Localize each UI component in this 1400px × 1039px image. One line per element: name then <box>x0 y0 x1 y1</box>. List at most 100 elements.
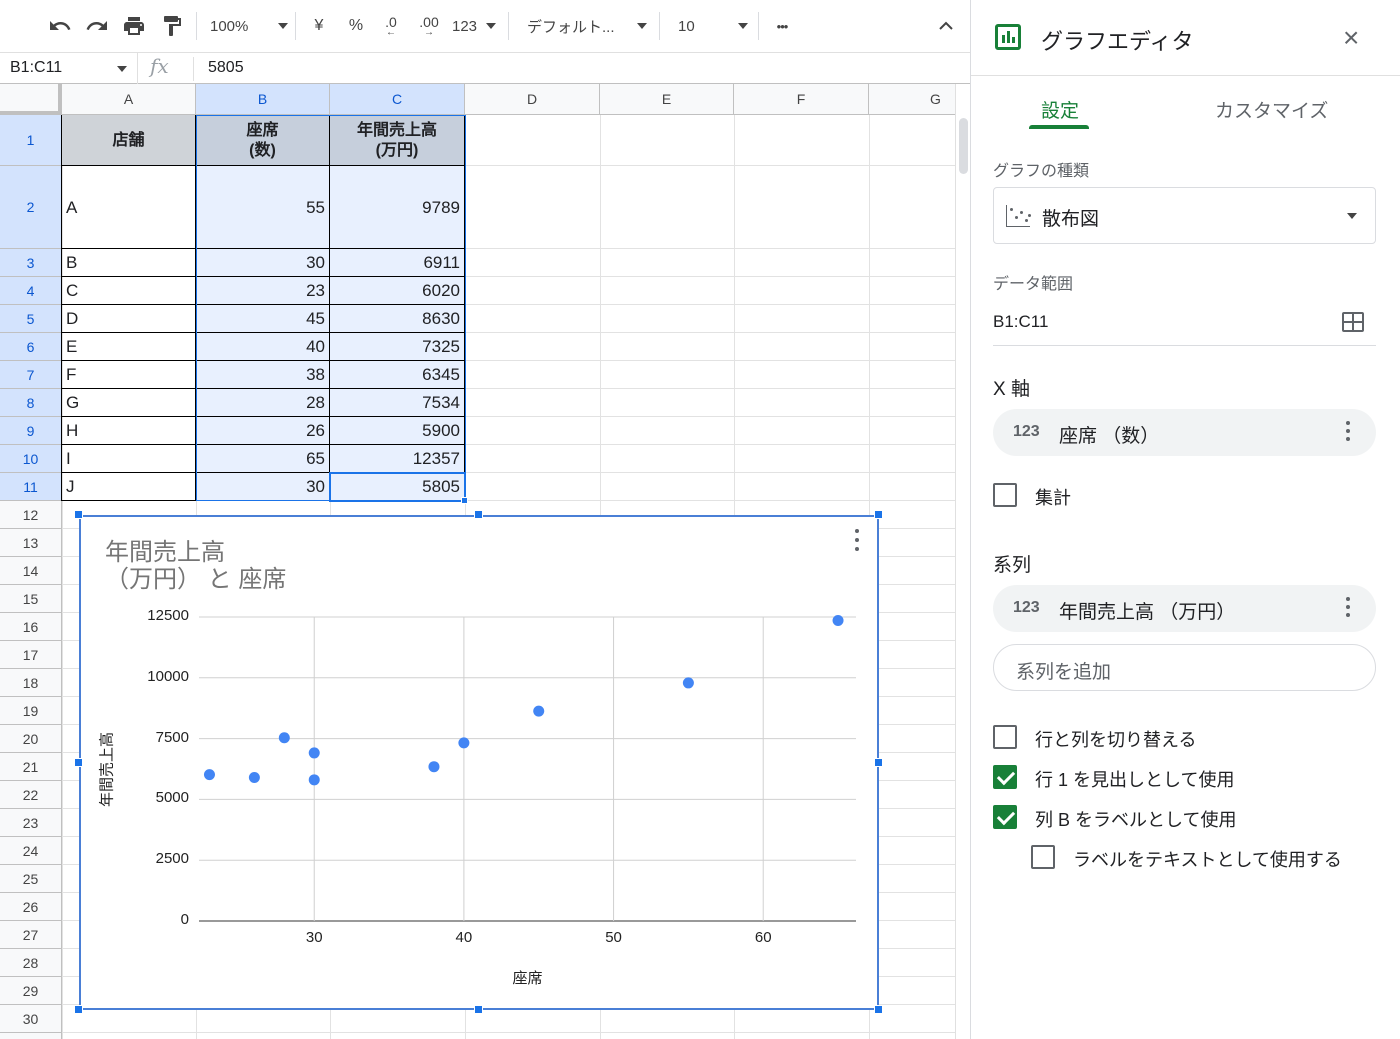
use-row1-headers-checkbox[interactable] <box>993 765 1017 789</box>
formula-input[interactable]: 5805 <box>208 59 244 77</box>
table-cell[interactable]: 65 <box>196 445 330 473</box>
paint-format-icon[interactable] <box>156 10 188 42</box>
decrease-decimal-button[interactable]: .0 ← <box>378 10 404 42</box>
table-cell[interactable]: 5900 <box>330 417 465 445</box>
row-header[interactable]: 6 <box>0 333 62 361</box>
table-cell[interactable]: C <box>62 277 196 305</box>
scrollbar-thumb[interactable] <box>959 118 968 174</box>
table-cell[interactable]: 12357 <box>330 445 465 473</box>
row-header[interactable]: 7 <box>0 361 62 389</box>
row-header[interactable]: 28 <box>0 949 62 977</box>
series-chip[interactable]: 123 年間売上高 （万円） <box>993 585 1376 632</box>
row-header[interactable]: 18 <box>0 669 62 697</box>
row-header[interactable]: 17 <box>0 641 62 669</box>
row-header[interactable]: 3 <box>0 249 62 277</box>
column-header[interactable]: G <box>869 84 955 115</box>
header-cell[interactable]: 座席 (数) <box>196 115 330 166</box>
row-header[interactable]: 12 <box>0 501 62 529</box>
vertical-scrollbar[interactable] <box>955 84 970 1039</box>
aggregate-checkbox[interactable] <box>993 483 1017 507</box>
use-col-b-labels-checkbox[interactable] <box>993 805 1017 829</box>
data-point[interactable] <box>278 732 290 744</box>
resize-handle[interactable] <box>874 1005 883 1014</box>
table-cell[interactable]: 23 <box>196 277 330 305</box>
name-box[interactable]: B1:C11 <box>0 53 138 84</box>
increase-decimal-button[interactable]: .00 → <box>414 10 444 42</box>
table-cell[interactable]: 38 <box>196 361 330 389</box>
redo-icon[interactable] <box>81 10 113 42</box>
column-header[interactable]: B <box>196 84 330 115</box>
row-header[interactable]: 20 <box>0 725 62 753</box>
row-header[interactable]: 24 <box>0 837 62 865</box>
row-header[interactable]: 1 <box>0 115 62 166</box>
data-point[interactable] <box>308 774 320 786</box>
column-header[interactable]: F <box>734 84 869 115</box>
table-cell[interactable]: 40 <box>196 333 330 361</box>
column-header[interactable]: E <box>600 84 734 115</box>
table-cell[interactable]: 30 <box>196 249 330 277</box>
row-header[interactable]: 19 <box>0 697 62 725</box>
table-cell[interactable]: G <box>62 389 196 417</box>
table-cell[interactable]: 6345 <box>330 361 465 389</box>
table-cell[interactable]: 7534 <box>330 389 465 417</box>
data-point[interactable] <box>248 772 260 784</box>
header-cell[interactable]: 店舗 <box>62 115 196 166</box>
row-header[interactable]: 8 <box>0 389 62 417</box>
grid-select-icon[interactable] <box>1342 312 1364 332</box>
undo-icon[interactable] <box>44 10 76 42</box>
row-header[interactable]: 30 <box>0 1005 62 1033</box>
table-cell[interactable]: 26 <box>196 417 330 445</box>
data-point[interactable] <box>203 769 215 781</box>
table-cell[interactable]: I <box>62 445 196 473</box>
row-header[interactable]: 13 <box>0 529 62 557</box>
table-cell[interactable]: 8630 <box>330 305 465 333</box>
column-header[interactable]: D <box>465 84 600 115</box>
table-cell[interactable]: 30 <box>196 473 330 501</box>
row-header[interactable]: 31 <box>0 1033 62 1039</box>
row-header[interactable]: 9 <box>0 417 62 445</box>
row-header[interactable]: 29 <box>0 977 62 1005</box>
table-cell[interactable]: 45 <box>196 305 330 333</box>
scatter-chart[interactable]: 年間売上高 （万円） と 座席 0 2500 5000 7500 10000 12500 3… <box>79 515 879 1010</box>
fill-handle[interactable] <box>461 497 468 504</box>
table-cell[interactable]: 5805 <box>330 473 465 501</box>
row-header[interactable]: 5 <box>0 305 62 333</box>
row-header[interactable]: 26 <box>0 893 62 921</box>
switch-rows-columns-checkbox[interactable] <box>993 725 1017 749</box>
data-point[interactable] <box>682 677 694 689</box>
row-header[interactable]: 23 <box>0 809 62 837</box>
select-all-corner[interactable] <box>0 84 62 115</box>
row-header[interactable]: 27 <box>0 921 62 949</box>
resize-handle[interactable] <box>74 510 83 519</box>
row-header[interactable]: 21 <box>0 753 62 781</box>
data-point[interactable] <box>308 747 320 759</box>
row-header[interactable]: 14 <box>0 557 62 585</box>
more-button[interactable]: ••• <box>768 10 796 42</box>
data-point[interactable] <box>458 737 470 749</box>
tab-customize[interactable]: カスタマイズ <box>1215 96 1328 123</box>
row-header[interactable]: 22 <box>0 781 62 809</box>
row-header[interactable]: 10 <box>0 445 62 473</box>
resize-handle[interactable] <box>74 1005 83 1014</box>
zoom-select[interactable]: 100% <box>210 10 288 42</box>
table-cell[interactable]: H <box>62 417 196 445</box>
resize-handle[interactable] <box>74 757 83 767</box>
font-select[interactable]: デフォルト... <box>527 10 647 42</box>
resize-handle[interactable] <box>874 757 883 767</box>
table-cell[interactable]: 9789 <box>330 166 465 249</box>
resize-handle[interactable] <box>474 1005 483 1014</box>
table-cell[interactable]: F <box>62 361 196 389</box>
table-cell[interactable]: 6020 <box>330 277 465 305</box>
data-range-input[interactable]: B1:C11 <box>993 312 1376 346</box>
table-cell[interactable]: D <box>62 305 196 333</box>
chart-menu-icon[interactable] <box>849 527 865 553</box>
row-header[interactable]: 16 <box>0 613 62 641</box>
tab-setup[interactable]: 設定 <box>1041 96 1079 123</box>
more-vert-icon[interactable] <box>1346 421 1350 441</box>
row-header[interactable]: 25 <box>0 865 62 893</box>
row-header[interactable]: 2 <box>0 166 62 249</box>
resize-handle[interactable] <box>474 510 483 519</box>
currency-button[interactable]: ¥ <box>305 10 333 42</box>
table-cell[interactable]: 28 <box>196 389 330 417</box>
data-point[interactable] <box>533 705 545 717</box>
